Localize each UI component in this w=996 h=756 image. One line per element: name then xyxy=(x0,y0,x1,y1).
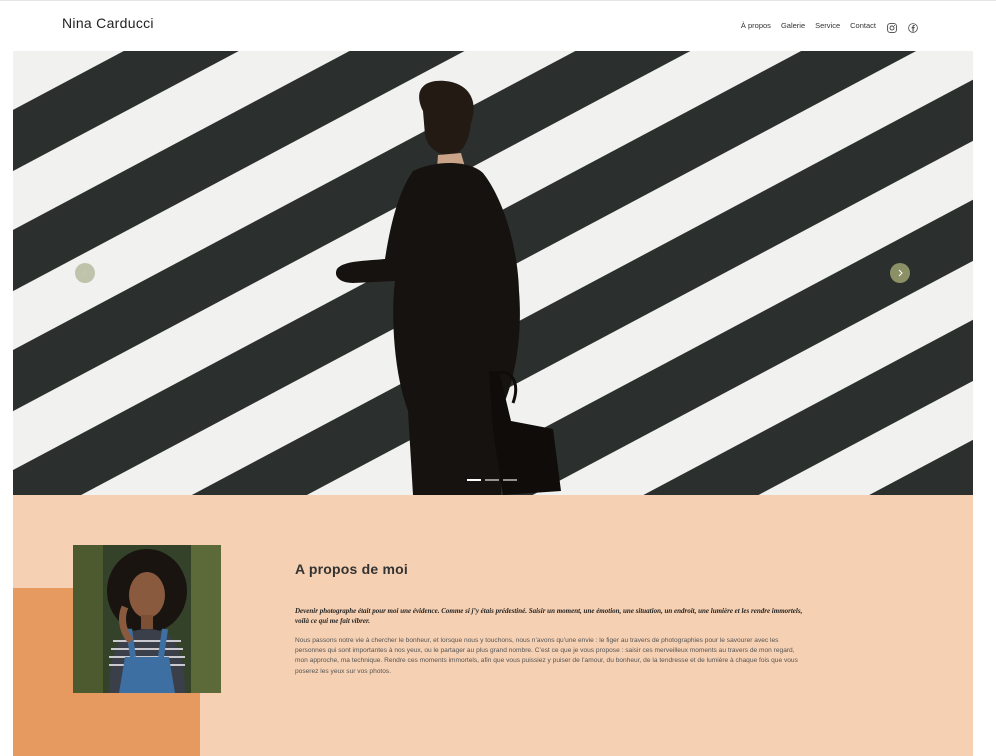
carousel-next-button[interactable] xyxy=(890,263,910,283)
site-header: Nina Carducci À propos Galerie Service C… xyxy=(0,1,996,51)
carousel-dot-1[interactable] xyxy=(467,479,481,481)
about-title: A propos de moi xyxy=(295,561,408,577)
nav-link-galerie[interactable]: Galerie xyxy=(781,21,805,30)
nav-link-service[interactable]: Service xyxy=(815,21,840,30)
main-nav: À propos Galerie Service Contact xyxy=(731,20,918,33)
facebook-icon[interactable] xyxy=(908,20,918,33)
carousel-indicators xyxy=(467,479,517,481)
instagram-icon[interactable] xyxy=(887,20,897,33)
carousel-dot-3[interactable] xyxy=(503,479,517,481)
portrait-image xyxy=(73,545,221,693)
nav-link-contact[interactable]: Contact xyxy=(850,21,876,30)
carousel-prev-button[interactable] xyxy=(75,263,95,283)
about-intro: Devenir photographe était pour moi une é… xyxy=(295,607,803,625)
hero-carousel xyxy=(13,51,973,495)
about-body: Nous passons notre vie à chercher le bon… xyxy=(295,637,798,675)
about-section: A propos de moi Devenir photographe étai… xyxy=(13,495,973,756)
chevron-right-icon xyxy=(898,269,903,277)
chevron-left-icon xyxy=(82,269,87,277)
carousel-dot-2[interactable] xyxy=(485,479,499,481)
site-brand[interactable]: Nina Carducci xyxy=(62,15,154,31)
hero-image xyxy=(13,51,973,495)
nav-link-apropos[interactable]: À propos xyxy=(741,21,771,30)
